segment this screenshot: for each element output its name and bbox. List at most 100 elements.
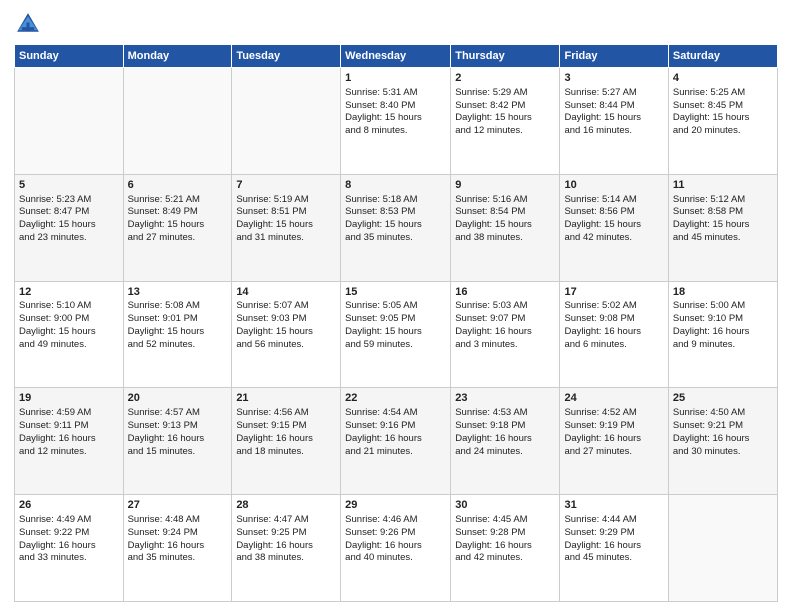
day-info: Sunrise: 5:02 AM bbox=[564, 300, 663, 313]
day-info: Daylight: 16 hours bbox=[455, 540, 555, 553]
day-number: 18 bbox=[673, 285, 773, 300]
day-info: Daylight: 15 hours bbox=[345, 219, 446, 232]
day-number: 26 bbox=[19, 498, 119, 513]
day-info: and 30 minutes. bbox=[673, 446, 773, 459]
calendar-cell: 10Sunrise: 5:14 AMSunset: 8:56 PMDayligh… bbox=[560, 174, 668, 281]
day-info: Sunset: 9:15 PM bbox=[236, 420, 336, 433]
day-info: and 38 minutes. bbox=[236, 552, 336, 565]
calendar-cell: 1Sunrise: 5:31 AMSunset: 8:40 PMDaylight… bbox=[341, 68, 451, 175]
day-info: Sunrise: 5:16 AM bbox=[455, 194, 555, 207]
calendar-cell: 5Sunrise: 5:23 AMSunset: 8:47 PMDaylight… bbox=[15, 174, 124, 281]
day-info: Sunrise: 5:25 AM bbox=[673, 87, 773, 100]
day-info: Daylight: 15 hours bbox=[236, 219, 336, 232]
day-info: and 27 minutes. bbox=[564, 446, 663, 459]
calendar-cell: 17Sunrise: 5:02 AMSunset: 9:08 PMDayligh… bbox=[560, 281, 668, 388]
day-info: Sunrise: 4:47 AM bbox=[236, 514, 336, 527]
day-info: and 12 minutes. bbox=[19, 446, 119, 459]
day-info: Sunrise: 4:52 AM bbox=[564, 407, 663, 420]
day-number: 21 bbox=[236, 391, 336, 406]
day-number: 11 bbox=[673, 178, 773, 193]
day-info: Sunrise: 5:08 AM bbox=[128, 300, 228, 313]
day-info: Sunrise: 4:59 AM bbox=[19, 407, 119, 420]
day-info: Sunrise: 4:57 AM bbox=[128, 407, 228, 420]
day-number: 7 bbox=[236, 178, 336, 193]
calendar-cell: 6Sunrise: 5:21 AMSunset: 8:49 PMDaylight… bbox=[123, 174, 232, 281]
day-info: and 8 minutes. bbox=[345, 125, 446, 138]
day-info: Sunset: 8:56 PM bbox=[564, 206, 663, 219]
day-info: Daylight: 15 hours bbox=[128, 326, 228, 339]
day-number: 15 bbox=[345, 285, 446, 300]
day-info: Daylight: 16 hours bbox=[673, 326, 773, 339]
calendar-week-row: 1Sunrise: 5:31 AMSunset: 8:40 PMDaylight… bbox=[15, 68, 778, 175]
day-info: Sunset: 8:53 PM bbox=[345, 206, 446, 219]
logo-icon bbox=[14, 10, 42, 38]
day-info: and 18 minutes. bbox=[236, 446, 336, 459]
day-info: and 35 minutes. bbox=[345, 232, 446, 245]
calendar-header-cell: Friday bbox=[560, 45, 668, 68]
calendar-cell: 16Sunrise: 5:03 AMSunset: 9:07 PMDayligh… bbox=[451, 281, 560, 388]
day-info: Sunset: 9:25 PM bbox=[236, 527, 336, 540]
day-info: Sunset: 9:26 PM bbox=[345, 527, 446, 540]
day-number: 23 bbox=[455, 391, 555, 406]
logo bbox=[14, 10, 46, 38]
calendar-header-cell: Monday bbox=[123, 45, 232, 68]
day-info: Daylight: 15 hours bbox=[19, 326, 119, 339]
calendar-header-cell: Sunday bbox=[15, 45, 124, 68]
day-info: Daylight: 16 hours bbox=[564, 540, 663, 553]
day-info: Sunset: 8:58 PM bbox=[673, 206, 773, 219]
day-info: Daylight: 16 hours bbox=[455, 433, 555, 446]
day-number: 19 bbox=[19, 391, 119, 406]
calendar-cell: 22Sunrise: 4:54 AMSunset: 9:16 PMDayligh… bbox=[341, 388, 451, 495]
day-info: Daylight: 15 hours bbox=[128, 219, 228, 232]
day-info: Sunrise: 4:49 AM bbox=[19, 514, 119, 527]
day-info: Sunset: 9:28 PM bbox=[455, 527, 555, 540]
day-info: and 42 minutes. bbox=[455, 552, 555, 565]
calendar-cell bbox=[232, 68, 341, 175]
calendar-cell: 11Sunrise: 5:12 AMSunset: 8:58 PMDayligh… bbox=[668, 174, 777, 281]
day-info: Sunset: 9:10 PM bbox=[673, 313, 773, 326]
day-info: Sunset: 9:08 PM bbox=[564, 313, 663, 326]
day-number: 8 bbox=[345, 178, 446, 193]
day-info: Sunrise: 4:45 AM bbox=[455, 514, 555, 527]
day-info: Daylight: 16 hours bbox=[564, 433, 663, 446]
calendar-week-row: 19Sunrise: 4:59 AMSunset: 9:11 PMDayligh… bbox=[15, 388, 778, 495]
day-info: and 12 minutes. bbox=[455, 125, 555, 138]
day-number: 27 bbox=[128, 498, 228, 513]
day-info: Sunrise: 4:48 AM bbox=[128, 514, 228, 527]
day-info: and 21 minutes. bbox=[345, 446, 446, 459]
day-number: 3 bbox=[564, 71, 663, 86]
day-info: and 20 minutes. bbox=[673, 125, 773, 138]
day-number: 6 bbox=[128, 178, 228, 193]
day-info: Sunrise: 5:23 AM bbox=[19, 194, 119, 207]
day-info: Sunrise: 5:10 AM bbox=[19, 300, 119, 313]
day-info: and 49 minutes. bbox=[19, 339, 119, 352]
day-info: and 45 minutes. bbox=[564, 552, 663, 565]
calendar-cell: 13Sunrise: 5:08 AMSunset: 9:01 PMDayligh… bbox=[123, 281, 232, 388]
day-info: Sunrise: 4:46 AM bbox=[345, 514, 446, 527]
day-info: Daylight: 15 hours bbox=[673, 112, 773, 125]
day-number: 12 bbox=[19, 285, 119, 300]
day-info: Sunset: 8:42 PM bbox=[455, 100, 555, 113]
day-number: 17 bbox=[564, 285, 663, 300]
day-info: and 59 minutes. bbox=[345, 339, 446, 352]
calendar-cell: 24Sunrise: 4:52 AMSunset: 9:19 PMDayligh… bbox=[560, 388, 668, 495]
day-info: Sunrise: 5:12 AM bbox=[673, 194, 773, 207]
day-number: 4 bbox=[673, 71, 773, 86]
day-info: Sunrise: 5:18 AM bbox=[345, 194, 446, 207]
day-info: Daylight: 15 hours bbox=[19, 219, 119, 232]
calendar-week-row: 5Sunrise: 5:23 AMSunset: 8:47 PMDaylight… bbox=[15, 174, 778, 281]
day-info: Sunrise: 5:19 AM bbox=[236, 194, 336, 207]
day-info: Daylight: 16 hours bbox=[345, 433, 446, 446]
day-number: 24 bbox=[564, 391, 663, 406]
day-info: Daylight: 16 hours bbox=[673, 433, 773, 446]
day-info: Sunset: 8:45 PM bbox=[673, 100, 773, 113]
calendar-cell: 26Sunrise: 4:49 AMSunset: 9:22 PMDayligh… bbox=[15, 495, 124, 602]
calendar-cell: 14Sunrise: 5:07 AMSunset: 9:03 PMDayligh… bbox=[232, 281, 341, 388]
calendar-cell bbox=[15, 68, 124, 175]
day-info: Sunset: 9:29 PM bbox=[564, 527, 663, 540]
day-info: Sunrise: 4:44 AM bbox=[564, 514, 663, 527]
day-number: 5 bbox=[19, 178, 119, 193]
day-info: Sunrise: 5:21 AM bbox=[128, 194, 228, 207]
calendar-cell: 3Sunrise: 5:27 AMSunset: 8:44 PMDaylight… bbox=[560, 68, 668, 175]
calendar-header-cell: Wednesday bbox=[341, 45, 451, 68]
